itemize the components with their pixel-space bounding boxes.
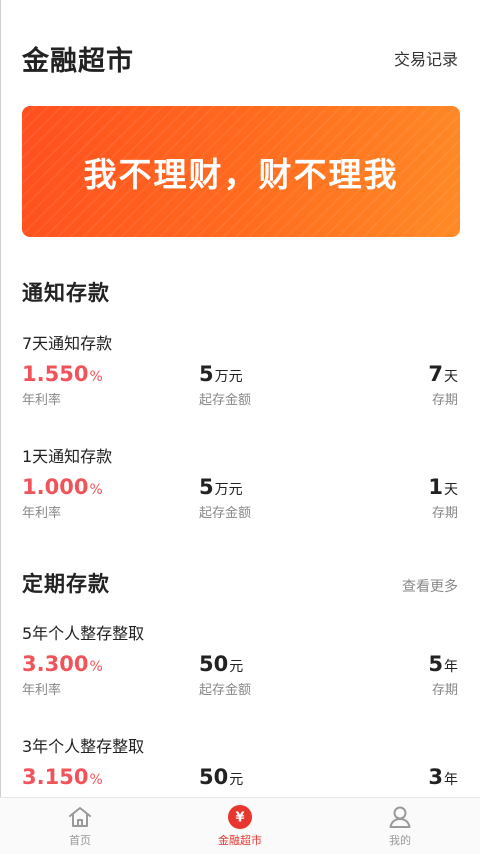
product-card[interactable]: 1天通知存款 1.000% 年利率 5万元 起存金额 1天 存期 [22,443,458,543]
tab-label: 金融超市 [218,834,262,847]
term-value: 7 [428,362,443,386]
term-value: 1 [428,475,443,499]
product-card[interactable]: 5年个人整存整取 3.300% 年利率 50元 起存金额 5年 存期 [22,620,458,720]
min-amount-unit: 万元 [214,369,243,385]
min-amount-caption: 起存金额 [199,683,252,698]
min-amount-unit: 元 [229,659,244,675]
term-unit: 天 [444,369,458,385]
term-unit: 年 [444,772,458,788]
term-caption: 存期 [431,506,458,521]
finance-market-page: 金融超市 交易记录 我不理财，财不理我 通知存款 7天通知存款 1.550% 年… [0,0,480,854]
rate-column: 1.000% 年利率 [22,473,103,521]
rate-unit: % [89,482,103,498]
min-amount-caption: 起存金额 [199,506,252,521]
tab-home[interactable]: 首页 [0,798,160,854]
min-amount-column: 5万元 起存金额 [199,473,251,521]
bottom-tab-bar: 首页 ¥ 金融超市 我的 [0,797,480,854]
rate-unit: % [89,369,103,385]
section-title: 定期存款 [22,572,110,596]
term-column: 3年 [428,763,458,791]
view-more-link[interactable]: 查看更多 [402,576,458,596]
term-unit: 年 [444,659,458,675]
tab-label: 首页 [69,834,91,847]
rate-column: 3.300% 年利率 [22,650,103,698]
rate-column: 1.550% 年利率 [22,360,103,408]
tab-finance-market[interactable]: ¥ 金融超市 [160,798,320,854]
rate-caption: 年利率 [22,506,62,521]
term-column: 5年 存期 [428,650,458,698]
annual-rate-value: 1.550 [22,362,89,386]
min-amount-unit: 万元 [214,482,243,498]
product-name: 1天通知存款 [22,447,113,466]
term-value: 5 [428,652,443,676]
product-card[interactable]: 7天通知存款 1.550% 年利率 5万元 起存金额 7天 存期 [22,330,458,430]
rate-unit: % [89,659,103,675]
rate-column: 3.150% [22,763,103,791]
min-amount-value: 50 [199,765,229,789]
tab-label: 我的 [389,834,411,847]
min-amount-value: 5 [199,362,214,386]
tab-mine[interactable]: 我的 [320,798,480,854]
home-icon [66,804,94,830]
rate-caption: 年利率 [22,393,62,408]
term-unit: 天 [444,482,458,498]
user-icon [386,804,414,830]
min-amount-column: 50元 起存金额 [199,650,251,698]
transaction-records-link[interactable]: 交易记录 [394,46,458,70]
term-value: 3 [428,765,443,789]
promo-banner[interactable]: 我不理财，财不理我 [22,106,460,237]
term-caption: 存期 [431,393,458,408]
section-notice-deposit: 通知存款 [22,277,458,307]
min-amount-unit: 元 [229,772,244,788]
rate-caption: 年利率 [22,683,62,698]
section-fixed-deposit: 定期存款 查看更多 [22,568,458,598]
term-column: 7天 存期 [428,360,458,408]
min-amount-value: 50 [199,652,229,676]
min-amount-caption: 起存金额 [199,393,252,408]
product-name: 7天通知存款 [22,334,113,353]
min-amount-value: 5 [199,475,214,499]
edge-divider [0,0,1,854]
product-name: 3年个人整存整取 [22,737,145,756]
yuan-glyph: ¥ [235,811,244,826]
annual-rate-value: 3.300 [22,652,89,676]
banner-slogan: 我不理财，财不理我 [83,154,399,194]
annual-rate-value: 3.150 [22,765,89,789]
section-title: 通知存款 [22,281,110,305]
product-name: 5年个人整存整取 [22,624,145,643]
header: 金融超市 交易记录 [22,38,458,78]
page-title: 金融超市 [22,45,134,77]
annual-rate-value: 1.000 [22,475,89,499]
term-column: 1天 存期 [428,473,458,521]
rate-unit: % [89,772,103,788]
min-amount-column: 50元 [199,763,243,791]
yuan-icon: ¥ [226,804,254,830]
min-amount-column: 5万元 起存金额 [199,360,251,408]
term-caption: 存期 [431,683,458,698]
